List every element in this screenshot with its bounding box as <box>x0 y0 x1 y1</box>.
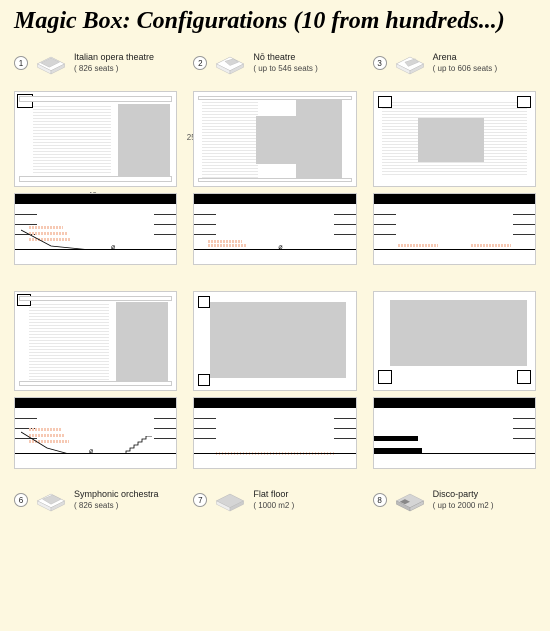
axo-icon <box>393 48 427 78</box>
configurations-grid: 1 Italian opera theatre ( 826 seats ) 2 … <box>0 39 550 525</box>
config-capacity: ( up to 606 seats ) <box>433 64 497 74</box>
axo-icon <box>34 485 68 515</box>
config-header-3: 3 Arena ( up to 606 seats ) <box>373 41 536 85</box>
page-title: Magic Box: Configurations (10 from hundr… <box>0 0 550 39</box>
plan-symphonic <box>14 291 177 391</box>
config-name: Arena <box>433 52 497 63</box>
config-capacity: ( 1000 m2 ) <box>253 501 294 511</box>
axo-icon <box>34 48 68 78</box>
axo-icon <box>213 485 247 515</box>
section-no-theatre: ⌀ <box>193 193 356 265</box>
config-footer-7: 7 Flat floor ( 1000 m2 ) <box>193 475 356 525</box>
plan-flat-floor <box>193 291 356 391</box>
config-name: Italian opera theatre <box>74 52 154 63</box>
config-name: Nō theatre <box>253 52 317 63</box>
config-number-badge: 8 <box>373 493 387 507</box>
config-number-badge: 6 <box>14 493 28 507</box>
config-header-1: 1 Italian opera theatre ( 826 seats ) <box>14 41 177 85</box>
config-capacity: ( up to 546 seats ) <box>253 64 317 74</box>
section-italian-opera: ⌀ 20m <box>14 193 177 265</box>
axo-icon <box>213 48 247 78</box>
config-name: Symphonic orchestra <box>74 489 159 500</box>
config-capacity: ( 826 seats ) <box>74 501 159 511</box>
plan-no-theatre <box>193 91 356 187</box>
config-capacity: ( 826 seats ) <box>74 64 154 74</box>
plan-italian-opera: 40m 25m <box>14 91 177 187</box>
plan-disco <box>373 291 536 391</box>
config-number-badge: 7 <box>193 493 207 507</box>
section-arena <box>373 193 536 265</box>
config-header-2: 2 Nō theatre ( up to 546 seats ) <box>193 41 356 85</box>
plan-arena <box>373 91 536 187</box>
config-footer-8: 8 Disco-party ( up to 2000 m2 ) <box>373 475 536 525</box>
config-name: Disco-party <box>433 489 494 500</box>
config-number-badge: 2 <box>193 56 207 70</box>
axo-icon <box>393 485 427 515</box>
config-number-badge: 1 <box>14 56 28 70</box>
config-name: Flat floor <box>253 489 294 500</box>
section-disco <box>373 397 536 469</box>
section-flat-floor <box>193 397 356 469</box>
config-footer-6: 6 Symphonic orchestra ( 826 seats ) <box>14 475 177 525</box>
config-number-badge: 3 <box>373 56 387 70</box>
config-capacity: ( up to 2000 m2 ) <box>433 501 494 511</box>
section-symphonic: ⌀ <box>14 397 177 469</box>
